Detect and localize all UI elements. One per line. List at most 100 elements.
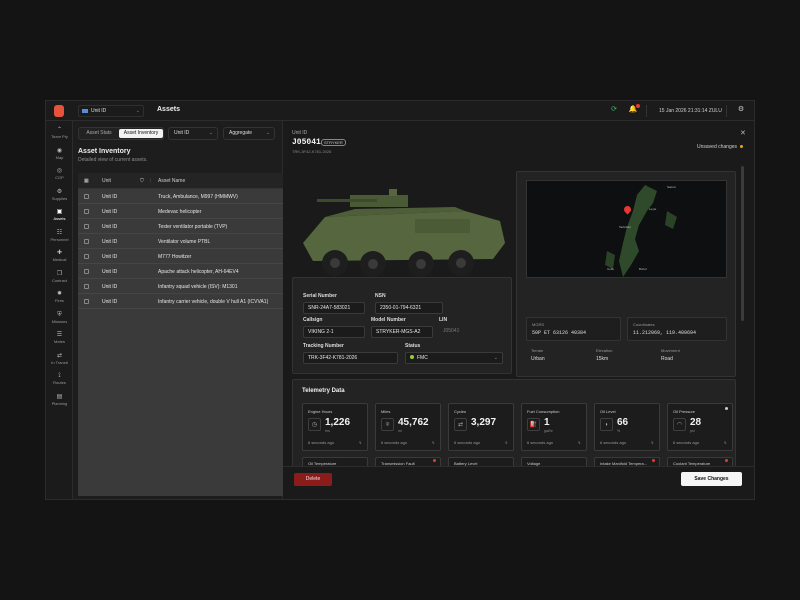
sidebar-item-medical[interactable]: ✚ Medical [46,249,73,269]
row-asset-name: Infantry carrier vehicle, double V hull … [158,299,269,305]
sidebar-item-label: In Transit [51,359,68,365]
telemetry-updated: 6 seconds ago [600,440,627,445]
sidebar-item-assets[interactable]: ▣ Assets [46,208,73,228]
telemetry-card-oil-level: Oil Level ◗ 66% 6 seconds ago ↯ [594,403,660,451]
row-checkbox[interactable] [84,194,89,199]
asset-table: ▦ Unit ⛉ | Asset Name Unit ID Truck, Ambu… [78,173,283,496]
sidebar-item-mates[interactable]: ☰ Mates [46,331,73,351]
inventory-title: Asset Inventory [78,148,131,155]
table-row[interactable]: Unit ID Infantry carrier vehicle, double … [78,295,283,309]
asset-type-badge: STRYKER [321,139,346,146]
sidebar-item-missions[interactable]: ⛨ Missions [46,311,73,331]
table-row[interactable]: Unit ID Infantry squad vehicle (ISV): M13… [78,280,283,294]
model-field[interactable]: STRYKER-MGS-A2 [371,326,433,338]
wheel-hub [456,258,466,268]
wheel-hub [368,259,378,269]
save-changes-button[interactable]: Save Changes [681,472,742,486]
row-checkbox[interactable] [84,299,89,304]
table-row[interactable]: Unit ID Apache attack helicopter, AH-64EV… [78,265,283,279]
elevation-label: Elevation [596,348,613,353]
table-row[interactable]: Unit ID Medevac helicopter [78,205,283,219]
table-header: ▦ Unit ⛉ | Asset Name [78,173,283,189]
row-checkbox[interactable] [84,269,89,274]
tracking-field[interactable]: TRK-3F42-K781-2026 [303,352,398,364]
elevation-value: 15km [596,356,609,362]
sidebar-item-label: Contract [51,277,68,283]
alert-dot [725,459,728,462]
grid-icon: ▦ [84,178,89,184]
cop-icon: ◎ [56,168,63,174]
delete-button[interactable]: Delete [294,473,332,486]
row-checkbox[interactable] [84,239,89,244]
sidebar-item-label: Planning [51,400,68,406]
sidebar-item-personnel[interactable]: ☷ Personnel [46,229,73,249]
sidebar-item-routes[interactable]: ⟟ Routes [46,372,73,392]
sidebar-item-cop[interactable]: ◎ COP [46,167,73,187]
mates-icon: ☰ [56,332,63,338]
sidebar-item-planning[interactable]: ▤ Planning [46,393,73,413]
map-label: Bohol [639,267,647,271]
unit-filter-label: Unit ID [174,130,190,136]
row-checkbox[interactable] [84,284,89,289]
serial-field[interactable]: SNR-24A7-583021 [303,302,365,314]
tracking-label: Tracking Number [303,343,344,349]
col-unit-header[interactable]: Unit [102,178,111,184]
sidebar-item-contract[interactable]: ❐ Contract [46,270,73,290]
close-icon[interactable]: ✕ [740,129,746,137]
row-checkbox[interactable] [84,254,89,259]
unsaved-label: Unsaved changes [697,144,738,150]
divider [726,105,727,117]
nsn-field[interactable]: 2350-01-794-6321 [375,302,443,314]
asset-subcode: TRK-3F42-K781-2026 [292,149,332,154]
sidebar-item-fires[interactable]: ✹ Fires [46,290,73,310]
tab-asset-stats[interactable]: Asset Stats [81,129,117,138]
coordinates-box: Coordinates 11.212069, 119.409694 [627,317,727,341]
notification-bell-icon[interactable]: 🔔 [628,104,640,115]
map-view[interactable]: Leyte Tacloban Samar Cebu Bohol [526,180,727,278]
mgrs-value: 50P ET 63126 40384 [532,330,587,336]
scrollbar[interactable] [741,166,744,321]
row-checkbox[interactable] [84,209,89,214]
footer-bar: Delete Save Changes [283,466,754,499]
unit-filter-dropdown[interactable]: Unit ID ⌄ [168,127,218,140]
table-row[interactable]: Unit ID M777 Howitzer [78,250,283,264]
map-label: Tacloban [619,225,632,229]
page-title: Assets [157,106,180,113]
sidebar-item-in-transit[interactable]: ⇄ In Transit [46,352,73,372]
telemetry-value: 28 [690,417,702,428]
row-asset-name: Apache attack helicopter, AH-64EV4 [158,269,239,275]
callsign-field[interactable]: VIKING 2-1 [303,326,365,338]
table-row[interactable]: Unit ID Ventilator volume PTBL [78,235,283,249]
medical-icon: ✚ [56,250,63,256]
row-checkbox[interactable] [84,224,89,229]
filter-icon[interactable]: ⛉ [140,178,144,184]
datetime-display: 15 Jan 2026 21:31:14 ZULU [659,108,722,114]
cycle-icon: ⇄ [454,418,467,431]
table-row[interactable]: Unit ID Tester ventilator portable (TVP) [78,220,283,234]
refresh-icon[interactable]: ⟳ [609,105,619,115]
movement-label: Movement [661,348,680,353]
settings-gear-icon[interactable]: ⚙ [736,105,746,115]
status-dropdown[interactable]: FMC ⌄ [405,352,503,364]
callsign-label: Callsign [303,317,323,323]
telemetry-updated: 6 seconds ago [381,440,408,445]
sidebar-item-map[interactable]: ◉ Map [46,147,73,167]
coordinates-label: Coordinates [633,322,655,327]
side-panel [415,219,470,233]
tab-asset-inventory[interactable]: Asset Inventory [119,129,163,138]
row-asset-name: Medevac helicopter [158,209,202,215]
telemetry-value: 1,226 [325,417,351,428]
sidebar-item-team-pty[interactable]: ⌃ Team Pty [46,126,73,146]
sidebar-item-label: Personnel [50,236,69,242]
coordinates-value: 11.212069, 119.409694 [633,330,697,336]
col-name-header[interactable]: Asset Name [158,178,185,184]
sidebar-item-supplies[interactable]: ⚙ Supplies [46,188,73,208]
serial-label: Serial Number [303,293,337,299]
aggregate-dropdown[interactable]: Aggregate ⌄ [223,127,275,140]
inventory-subtitle: Detailed view of current assets. [78,157,148,163]
unit-selector[interactable]: Unit ID ⌄ [78,105,144,117]
asset-detail-panel: Unit ID J05041 STRYKER TRK-3F42-K781-202… [283,121,754,499]
table-row[interactable]: Unit ID Truck, Ambulance, M997 (HMMWV) [78,190,283,204]
telemetry-card-fuel-consumption: Fuel Consumption ⛽ 1 gal/hr 6 seconds ago ↯ [521,403,587,451]
missions-icon: ⛨ [57,311,62,318]
